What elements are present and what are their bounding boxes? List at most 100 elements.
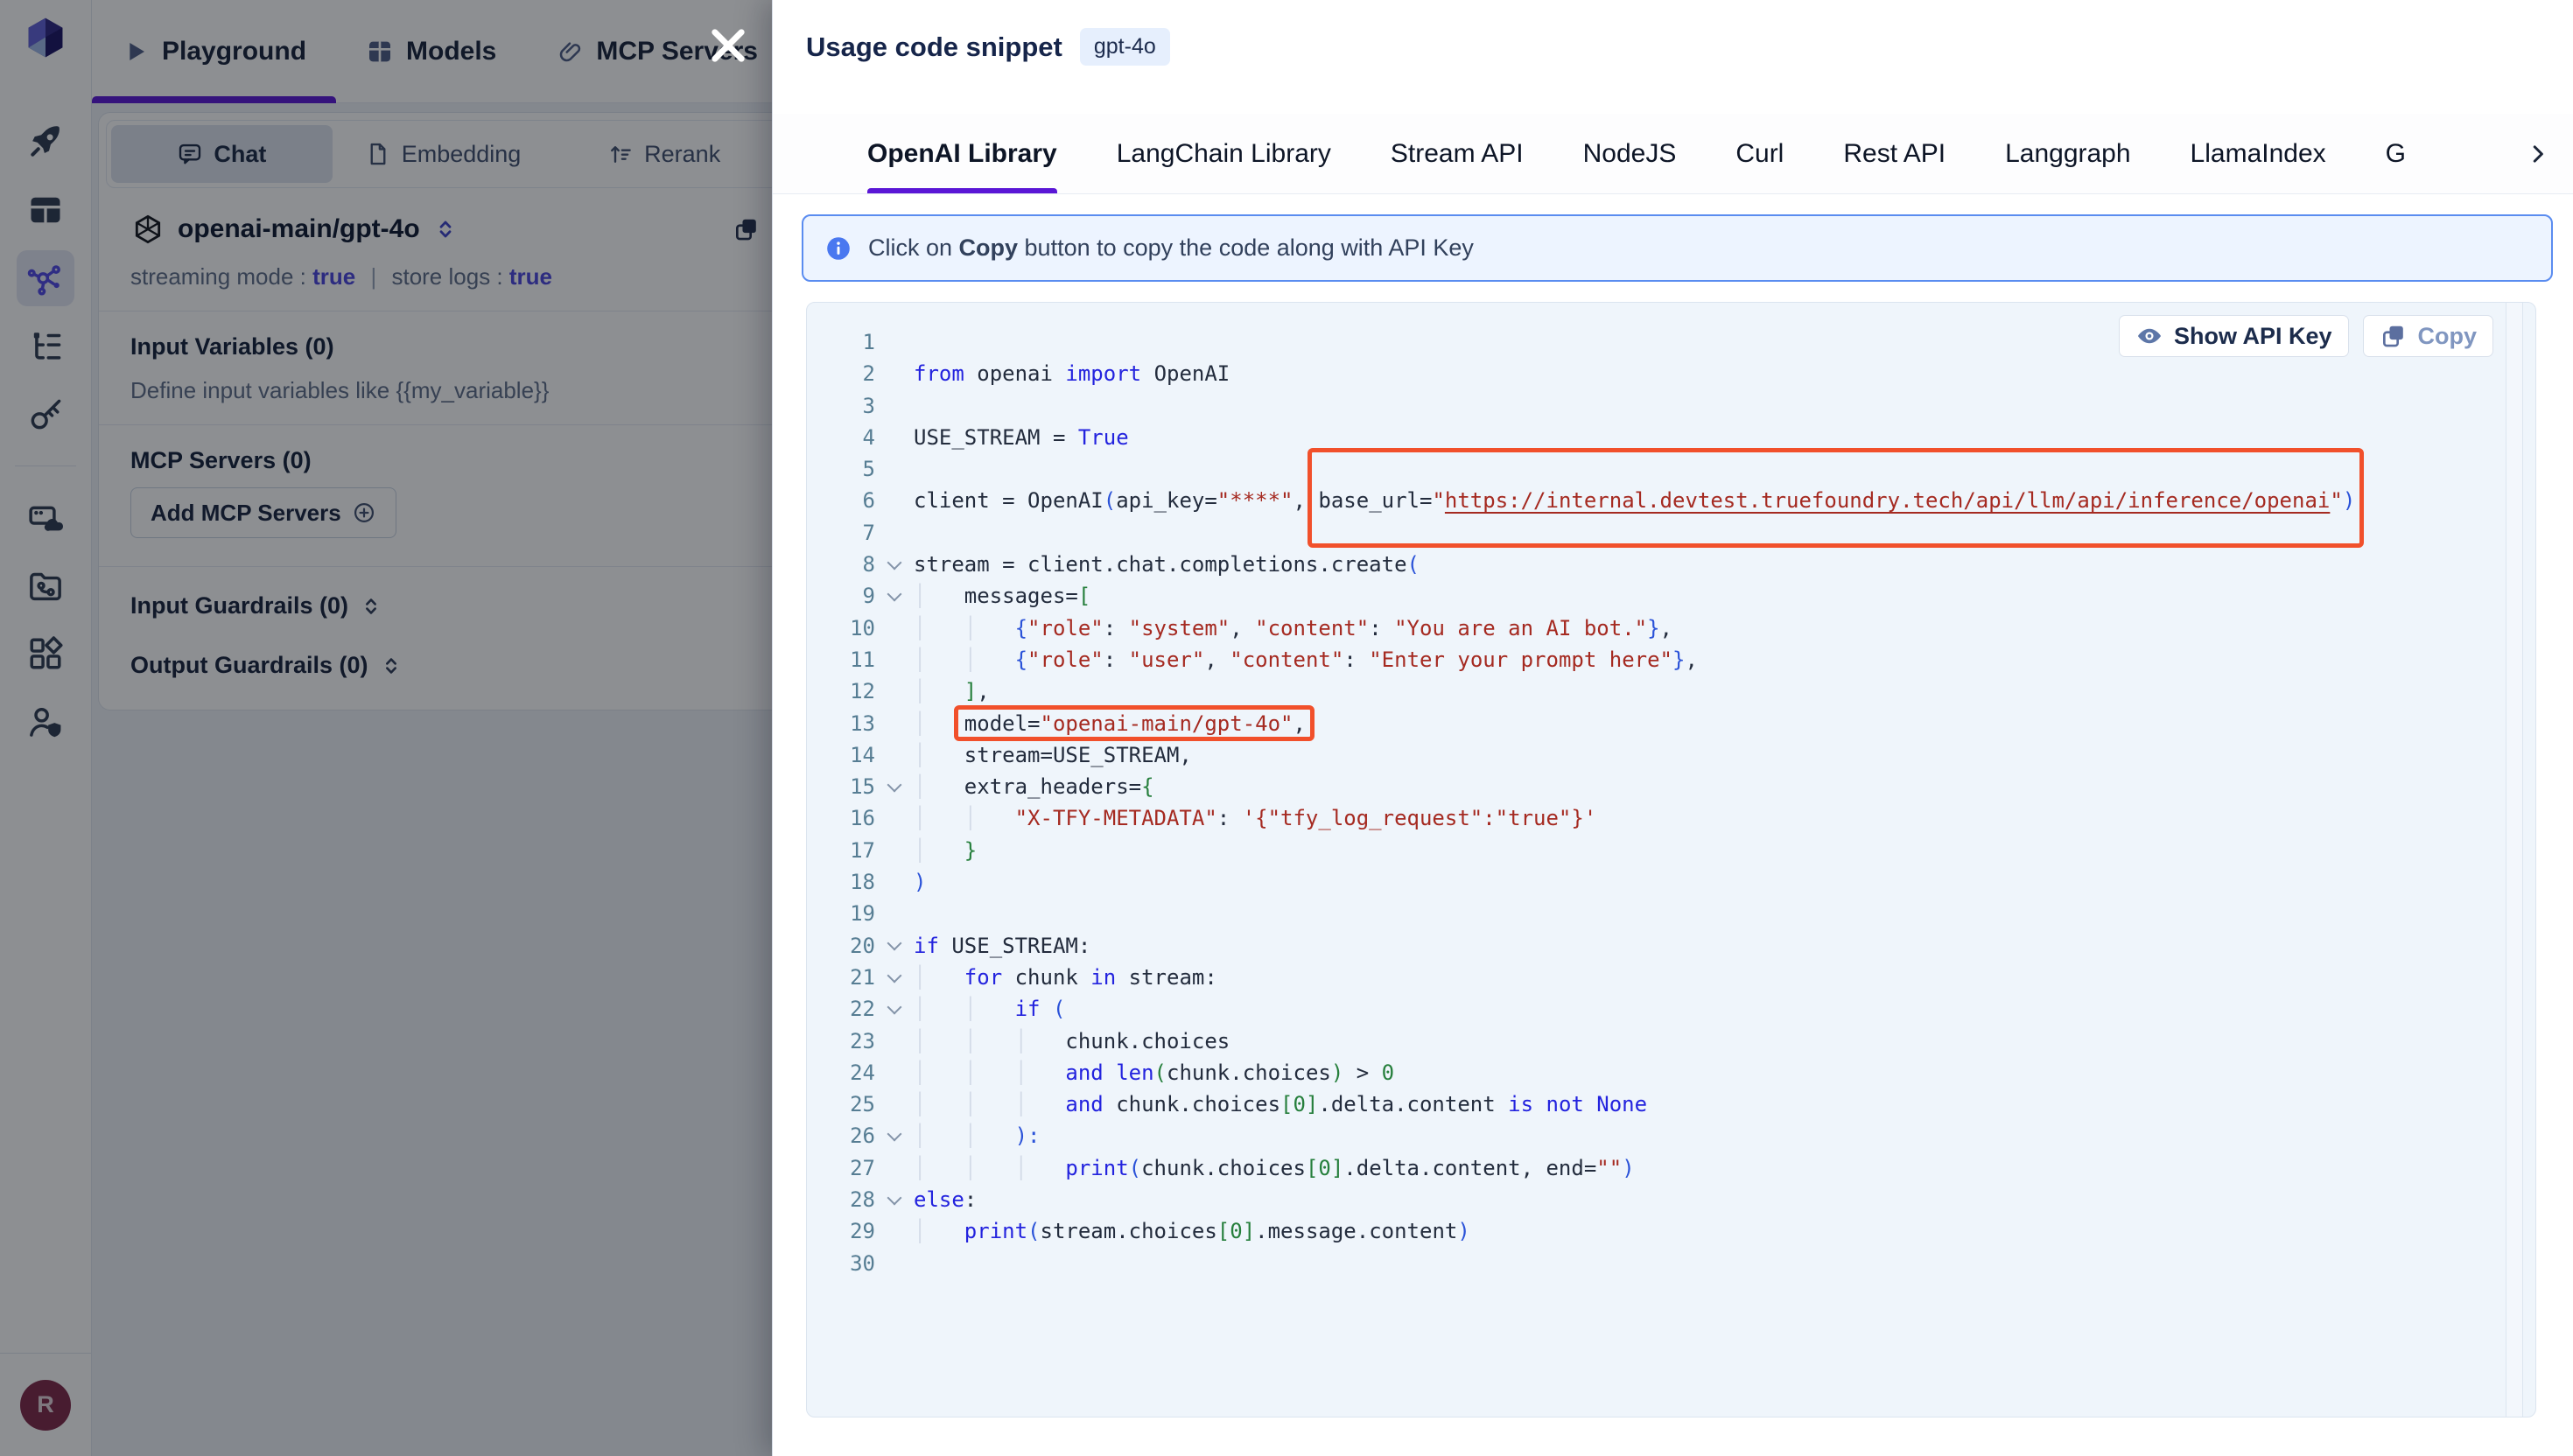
info-banner: Click on Copy button to copy the code al… — [802, 214, 2553, 282]
snippet-tab-langchain-library[interactable]: LangChain Library — [1117, 114, 1331, 194]
modal-header: Usage code snippet gpt-4o — [806, 28, 1170, 66]
fold-gutter — [875, 390, 914, 422]
line-number: 9 — [807, 580, 875, 612]
fold-gutter — [875, 1088, 914, 1120]
model-badge: gpt-4o — [1080, 28, 1170, 66]
code-line: 5 — [807, 453, 2504, 485]
line-number: 16 — [807, 802, 875, 834]
code-line: 9│ messages=[ — [807, 580, 2504, 612]
line-number: 5 — [807, 453, 875, 485]
banner-text-copy: Copy — [959, 234, 1019, 261]
code-text: client = OpenAI(api_key="****", base_url… — [914, 485, 2355, 516]
fold-gutter — [875, 708, 914, 739]
fold-gutter — [875, 453, 914, 485]
code-text: │ │ {"role": "user", "content": "Enter y… — [914, 644, 1698, 676]
line-number: 1 — [807, 326, 875, 358]
snippet-tab-curl[interactable]: Curl — [1735, 114, 1784, 194]
code-line: 16 │ │ "X-TFY-METADATA": '{"tfy_log_reque… — [807, 802, 2504, 834]
code-line: 19 — [807, 898, 2504, 929]
code-line: 20 if USE_STREAM: — [807, 930, 2504, 962]
line-number: 23 — [807, 1026, 875, 1057]
close-icon — [704, 21, 753, 70]
fold-toggle[interactable] — [875, 549, 914, 580]
code-scrollbar[interactable] — [2506, 303, 2523, 1417]
line-number: 11 — [807, 644, 875, 676]
code-text: │ stream=USE_STREAM, — [914, 739, 1192, 771]
line-number: 18 — [807, 866, 875, 898]
code-text: if USE_STREAM: — [914, 930, 1090, 962]
fold-toggle[interactable] — [875, 962, 914, 993]
code-text: │ ], — [914, 676, 990, 707]
code-text: stream = client.chat.completions.create( — [914, 549, 1420, 580]
line-number: 21 — [807, 962, 875, 993]
snippet-tab-openai-library[interactable]: OpenAI Library — [867, 114, 1057, 194]
line-number: 10 — [807, 612, 875, 644]
fold-toggle[interactable] — [875, 993, 914, 1025]
code-text: from openai import OpenAI — [914, 358, 1230, 389]
line-number: 30 — [807, 1248, 875, 1279]
fold-gutter — [875, 1152, 914, 1184]
code-line: 6 client = OpenAI(api_key="****", base_ur… — [807, 485, 2504, 516]
code-line: 24│ │ │ and len(chunk.choices) > 0 — [807, 1057, 2504, 1088]
line-number: 17 — [807, 835, 875, 866]
snippet-tab-g[interactable]: G — [2386, 114, 2406, 194]
info-banner-text: Click on Copy button to copy the code al… — [868, 234, 1474, 262]
code-line: 14│ stream=USE_STREAM, — [807, 739, 2504, 771]
fold-gutter — [875, 1215, 914, 1247]
fold-gutter — [875, 485, 914, 516]
chevron-right-icon — [2525, 141, 2551, 167]
line-number: 7 — [807, 517, 875, 549]
fold-gutter — [875, 739, 914, 771]
fold-toggle[interactable] — [875, 1184, 914, 1215]
modal-title: Usage code snippet — [806, 32, 1062, 63]
close-modal-button[interactable] — [704, 21, 753, 70]
code-line: 12 │ ], — [807, 676, 2504, 707]
code-text: USE_STREAM = True — [914, 422, 1129, 453]
fold-toggle[interactable] — [875, 771, 914, 802]
banner-text-post: button to copy the code along with API K… — [1018, 234, 1474, 261]
modal-backdrop[interactable] — [0, 0, 772, 1456]
code-text: │ │ "X-TFY-METADATA": '{"tfy_log_request… — [914, 802, 1596, 834]
line-number: 24 — [807, 1057, 875, 1088]
line-number: 19 — [807, 898, 875, 929]
code-text: │ │ ): — [914, 1120, 1041, 1152]
code-text: │ │ │ print(chunk.choices[0].delta.conte… — [914, 1152, 1635, 1184]
code-line: 13│ model="openai-main/gpt-4o", — [807, 708, 2504, 739]
fold-gutter — [875, 612, 914, 644]
fold-toggle[interactable] — [875, 1120, 914, 1152]
code-editor[interactable]: 12 from openai import OpenAI 34 USE_STREAM … — [807, 326, 2504, 1279]
line-number: 12 — [807, 676, 875, 707]
line-number: 6 — [807, 485, 875, 516]
code-line: 10│ │ {"role": "system", "content": "You… — [807, 612, 2504, 644]
snippet-tab-stream-api[interactable]: Stream API — [1391, 114, 1524, 194]
fold-toggle[interactable] — [875, 580, 914, 612]
tabs-scroll-right-button[interactable] — [2517, 133, 2559, 175]
code-snippet-panel: Show API Key Copy 12 from openai import O… — [806, 302, 2536, 1418]
fold-gutter — [875, 422, 914, 453]
snippet-language-tabs: OpenAI Library LangChain Library Stream AP… — [773, 114, 2573, 194]
snippet-tab-llamaindex[interactable]: LlamaIndex — [2191, 114, 2326, 194]
line-number: 3 — [807, 390, 875, 422]
code-text: │ │ │ chunk.choices — [914, 1026, 1230, 1057]
fold-gutter — [875, 866, 914, 898]
code-line: 15│ extra_headers={ — [807, 771, 2504, 802]
snippet-tab-langgraph[interactable]: Langgraph — [2005, 114, 2130, 194]
code-text: else: — [914, 1184, 977, 1215]
copy-icon — [2380, 322, 2408, 350]
line-number: 8 — [807, 549, 875, 580]
snippet-tab-nodejs[interactable]: NodeJS — [1583, 114, 1677, 194]
code-line: 18) — [807, 866, 2504, 898]
line-number: 20 — [807, 930, 875, 962]
line-number: 28 — [807, 1184, 875, 1215]
code-text: ) — [914, 866, 926, 898]
line-number: 13 — [807, 708, 875, 739]
fold-toggle[interactable] — [875, 930, 914, 962]
code-text: │ │ if ( — [914, 993, 1065, 1025]
snippet-tab-rest-api[interactable]: Rest API — [1843, 114, 1946, 194]
line-number: 22 — [807, 993, 875, 1025]
line-number: 4 — [807, 422, 875, 453]
show-api-key-button[interactable]: Show API Key — [2119, 315, 2349, 357]
code-highlight-box: model="openai-main/gpt-4o", — [964, 711, 1306, 736]
fold-gutter — [875, 326, 914, 358]
copy-code-button[interactable]: Copy — [2363, 315, 2494, 357]
